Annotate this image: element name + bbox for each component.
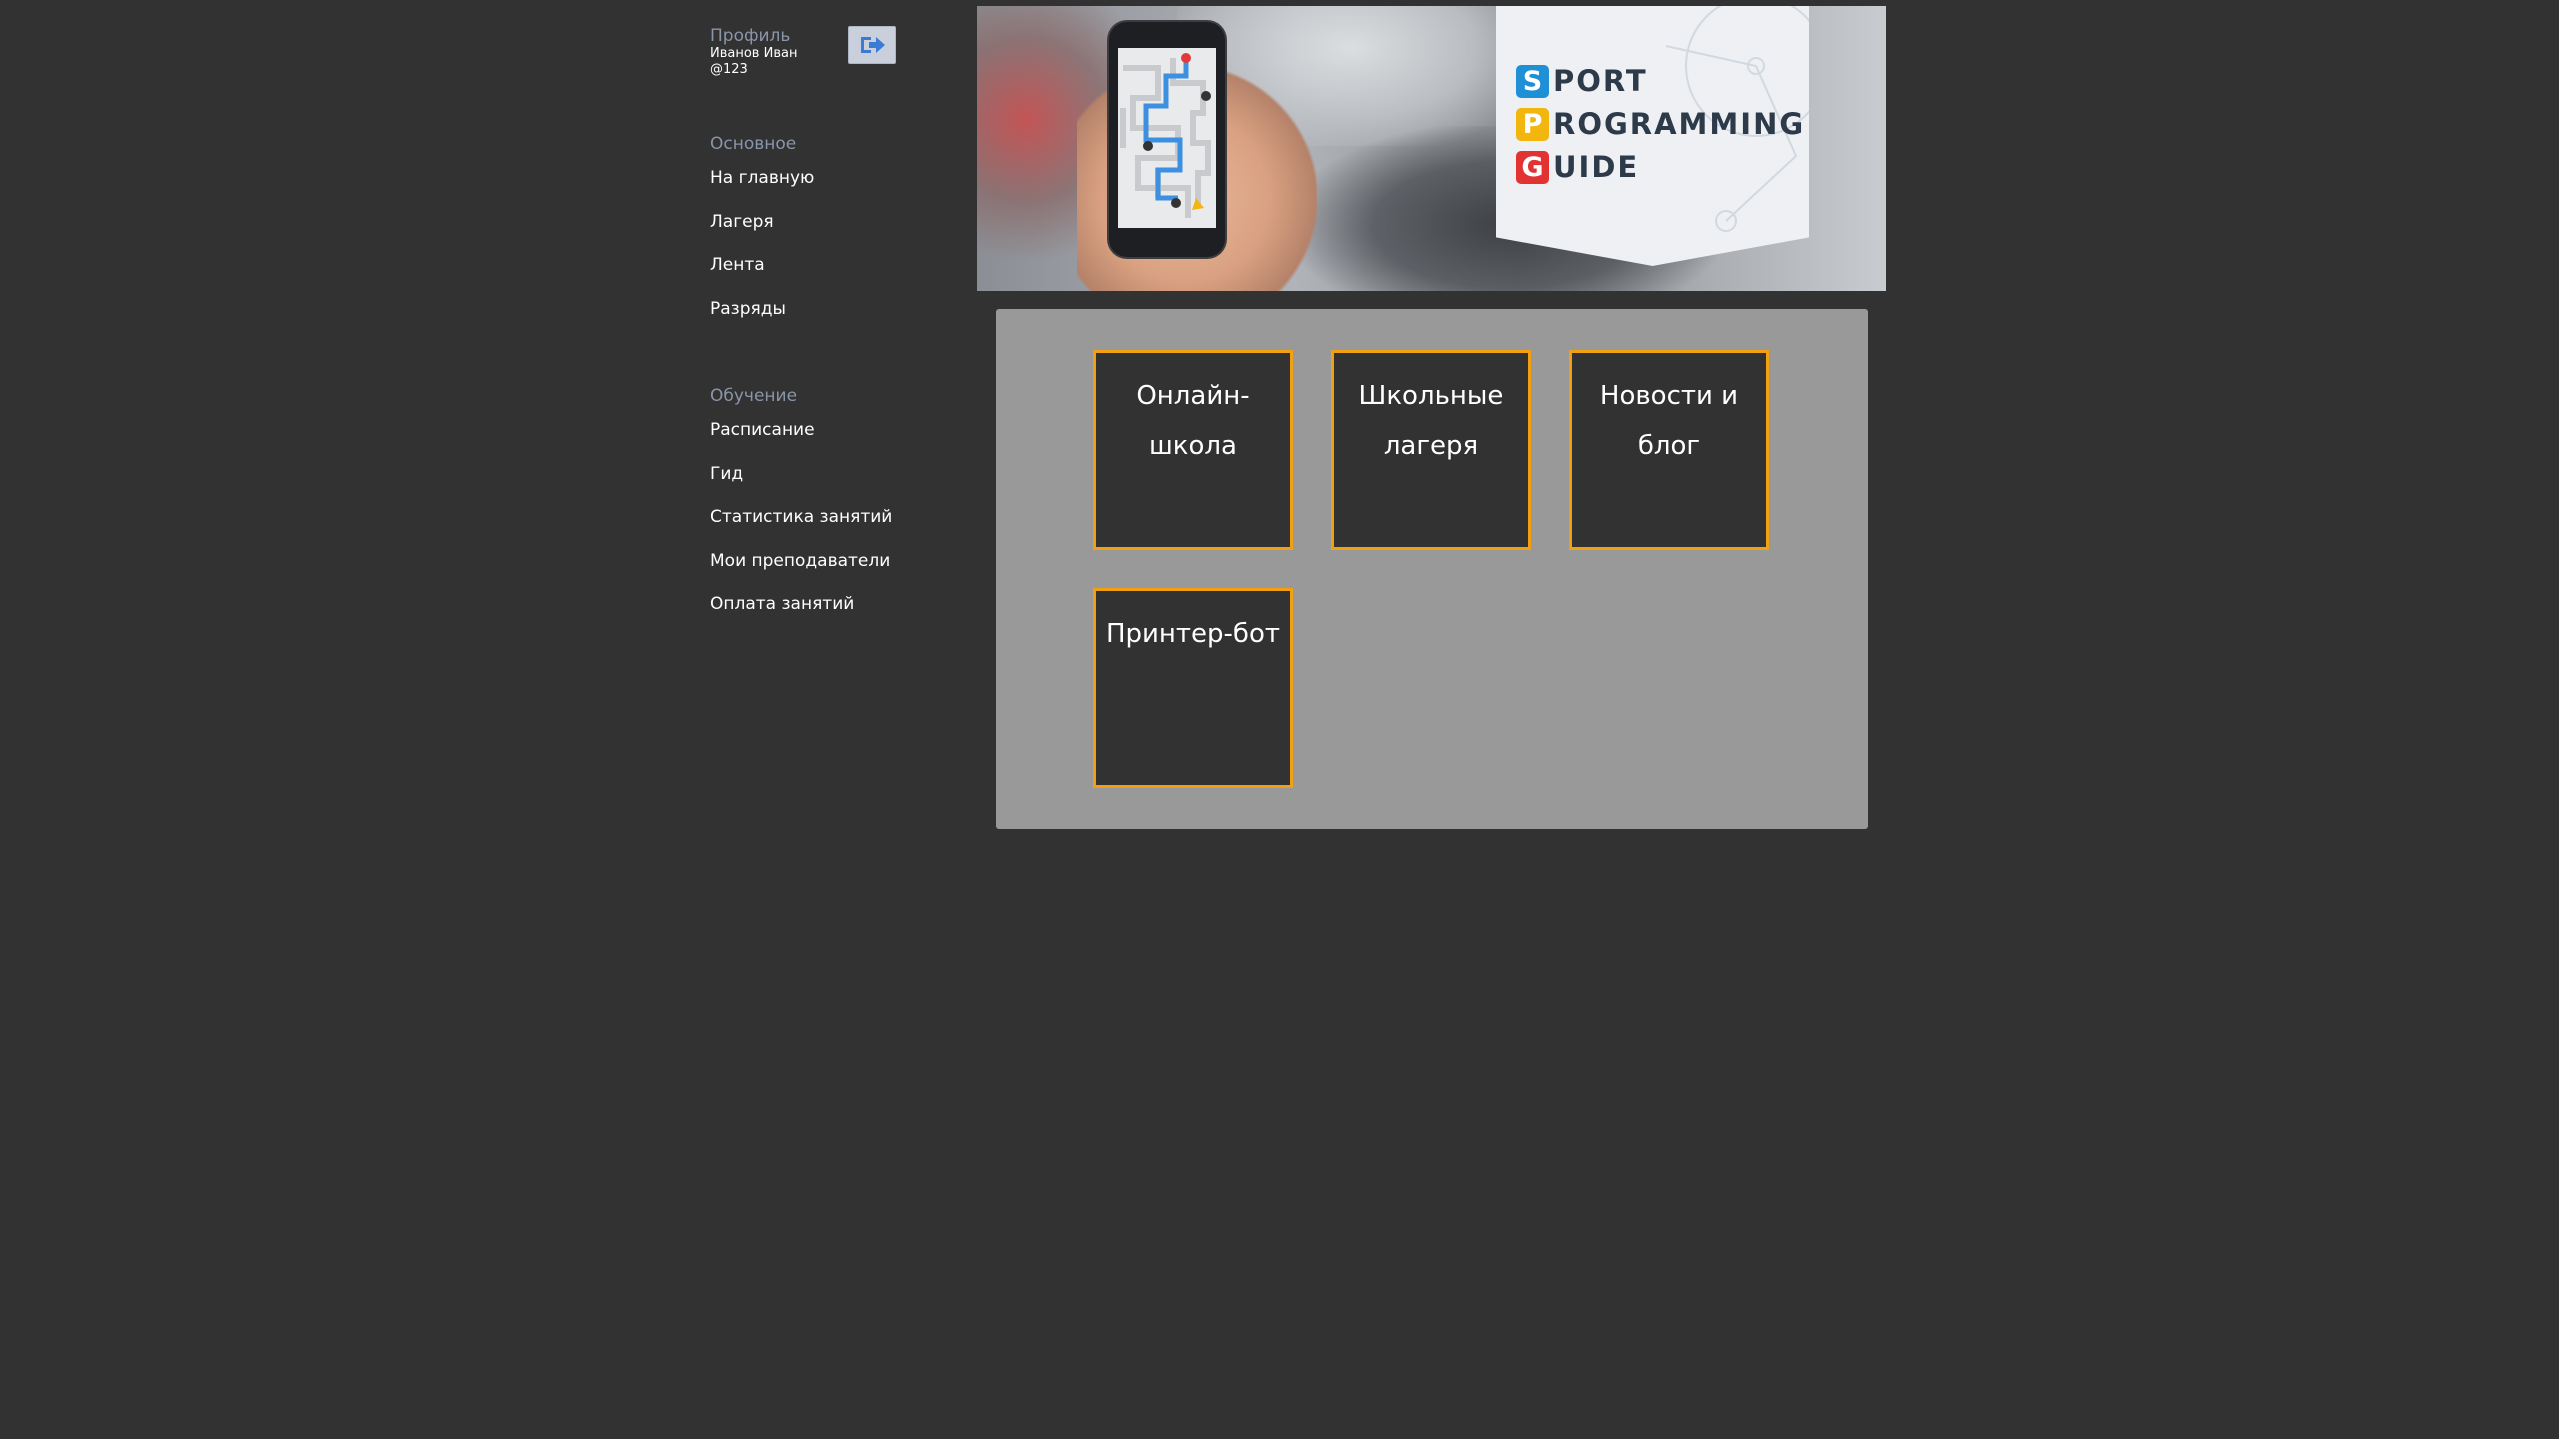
tiles-panel: Онлайн-школа Школьные лагеря Новости и б… xyxy=(996,309,1868,829)
logo-line-programming: P ROGRAMMING xyxy=(1516,105,1805,143)
tile-online-school[interactable]: Онлайн-школа xyxy=(1093,350,1293,550)
nav-item-ranks[interactable]: Разряды xyxy=(710,288,910,332)
nav-item-schedule[interactable]: Расписание xyxy=(710,409,910,453)
tile-school-camps[interactable]: Школьные лагеря xyxy=(1331,350,1531,550)
logo-word-programming: ROGRAMMING xyxy=(1553,107,1806,141)
nav-item-guide[interactable]: Гид xyxy=(710,453,910,497)
banner-image: S PORT P ROGRAMMING G UIDE xyxy=(977,6,1886,291)
nav-item-feed[interactable]: Лента xyxy=(710,244,910,288)
logout-arrow-icon xyxy=(861,37,885,53)
sidebar: Профиль Иванов Иван @123 Основное На гла… xyxy=(710,26,910,627)
section-title-main: Основное xyxy=(710,134,797,154)
tile-label: Онлайн-школа xyxy=(1136,381,1250,461)
logo-word-sport: PORT xyxy=(1553,64,1648,98)
nav-item-home[interactable]: На главную xyxy=(710,157,910,201)
logo-letter-g: G xyxy=(1516,150,1549,184)
tile-label: Новости и блог xyxy=(1599,381,1739,461)
nav-item-teachers[interactable]: Мои преподаватели xyxy=(710,540,910,584)
nav-item-payment[interactable]: Оплата занятий xyxy=(710,583,910,627)
sport-programming-guide-logo: S PORT P ROGRAMMING G UIDE xyxy=(1496,6,1809,266)
logo-line-sport: S PORT xyxy=(1516,62,1648,100)
nav-item-camps[interactable]: Лагеря xyxy=(710,201,910,245)
tile-label: Школьные лагеря xyxy=(1358,381,1504,461)
tile-printer-bot[interactable]: Принтер-бот xyxy=(1093,588,1293,788)
section-title-learning: Обучение xyxy=(710,386,798,406)
profile-handle: @123 xyxy=(710,62,748,77)
logo-word-guide: UIDE xyxy=(1553,150,1640,184)
profile-block: Профиль Иванов Иван @123 xyxy=(710,26,910,81)
tile-label: Принтер-бот xyxy=(1105,619,1281,649)
logout-button[interactable] xyxy=(848,26,896,64)
logo-line-guide: G UIDE xyxy=(1516,148,1639,186)
nav-item-statistics[interactable]: Статистика занятий xyxy=(710,496,910,540)
tile-news-blog[interactable]: Новости и блог xyxy=(1569,350,1769,550)
logo-letter-p: P xyxy=(1516,107,1549,141)
phone-image xyxy=(1109,22,1225,257)
logo-letter-s: S xyxy=(1516,64,1549,98)
maze-map-image xyxy=(1118,48,1216,228)
